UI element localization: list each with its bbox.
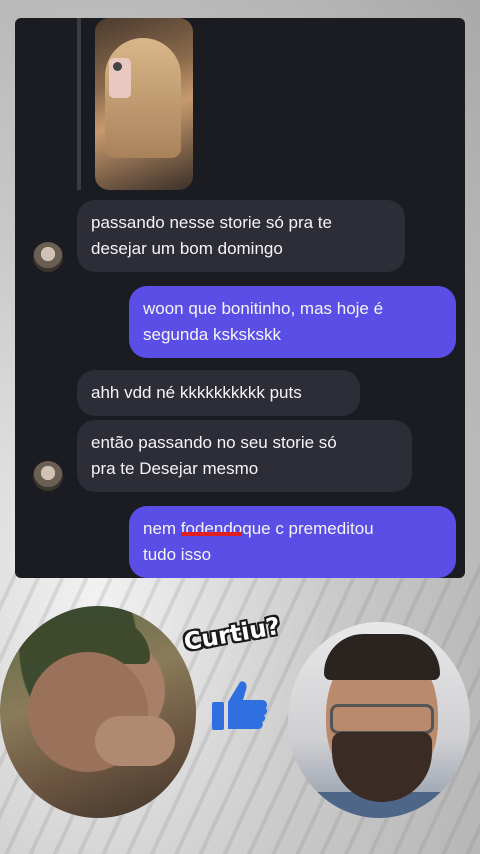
- message-incoming: passando nesse storie só pra te desejar …: [77, 200, 405, 272]
- reaction-photo-right: [288, 622, 470, 818]
- message-text: segunda kskskskk: [143, 325, 281, 344]
- message-text: woon que bonitinho, mas hoje é: [143, 299, 384, 318]
- message-incoming: então passando no seu storie só pra te D…: [77, 420, 412, 492]
- message-outgoing: woon que bonitinho, mas hoje é segunda k…: [129, 286, 456, 358]
- message-text: pra te Desejar mesmo: [91, 459, 259, 478]
- message-text: tudo isso: [143, 545, 212, 564]
- message-incoming: ahh vdd né kkkkkkkkkk puts: [77, 370, 360, 416]
- thumbs-up-icon: [212, 681, 268, 730]
- message-outgoing: nem fodendoque c premeditou tudo isso: [129, 506, 456, 578]
- story-reply-line: [77, 18, 81, 190]
- sender-avatar[interactable]: [33, 461, 63, 491]
- message-text: passando nesse storie só pra te: [91, 213, 332, 232]
- message-text: desejar um bom domingo: [91, 239, 283, 258]
- reaction-photo-left: [0, 606, 196, 818]
- message-text: nem fodendoque c premeditou: [143, 519, 374, 538]
- chat-screenshot: passando nesse storie só pra te desejar …: [15, 18, 465, 578]
- redacted-word: fodendo: [180, 519, 243, 538]
- story-thumbnail[interactable]: [95, 18, 193, 190]
- message-text: então passando no seu storie só: [91, 433, 337, 452]
- sender-avatar[interactable]: [33, 242, 63, 272]
- message-text: ahh vdd né kkkkkkkkkk puts: [91, 383, 302, 402]
